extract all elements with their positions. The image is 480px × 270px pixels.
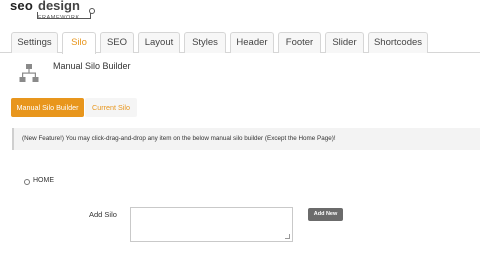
- silo-item-home[interactable]: HOME: [33, 177, 54, 184]
- section-title: Manual Silo Builder: [53, 61, 131, 71]
- add-new-button[interactable]: Add New: [308, 208, 343, 221]
- logo-dot: [89, 8, 95, 14]
- silo-item-radio[interactable]: [24, 179, 30, 185]
- current-silo-button[interactable]: Current Silo: [85, 98, 137, 117]
- resize-grip-icon[interactable]: [285, 234, 290, 239]
- logo-framework-text: FRAMEWORK: [38, 15, 80, 21]
- tab-seo[interactable]: SEO: [100, 32, 134, 53]
- tab-silo[interactable]: Silo: [62, 32, 96, 54]
- logo-seo-text: seo: [10, 0, 34, 13]
- tab-shortcodes[interactable]: Shortcodes: [368, 32, 428, 53]
- seo-design-framework-logo: seo design FRAMEWORK: [10, 0, 100, 28]
- tab-slider[interactable]: Slider: [325, 32, 364, 53]
- add-silo-textarea[interactable]: [130, 207, 293, 242]
- tab-settings[interactable]: Settings: [11, 32, 58, 53]
- tab-styles[interactable]: Styles: [184, 32, 226, 53]
- settings-tab-bar: Settings Silo SEO Layout Styles Header F…: [0, 32, 480, 54]
- tab-header[interactable]: Header: [230, 32, 274, 53]
- tab-footer[interactable]: Footer: [278, 32, 321, 53]
- add-silo-label: Add Silo: [89, 210, 117, 219]
- sitemap-icon: [19, 64, 39, 82]
- manual-silo-builder-button[interactable]: Manual Silo Builder: [11, 98, 84, 117]
- tab-layout[interactable]: Layout: [138, 32, 180, 53]
- silo-settings-page: seo design FRAMEWORK Settings Silo SEO L…: [0, 0, 480, 270]
- feature-notice: (New Feature!) You may click-drag-and-dr…: [12, 128, 480, 150]
